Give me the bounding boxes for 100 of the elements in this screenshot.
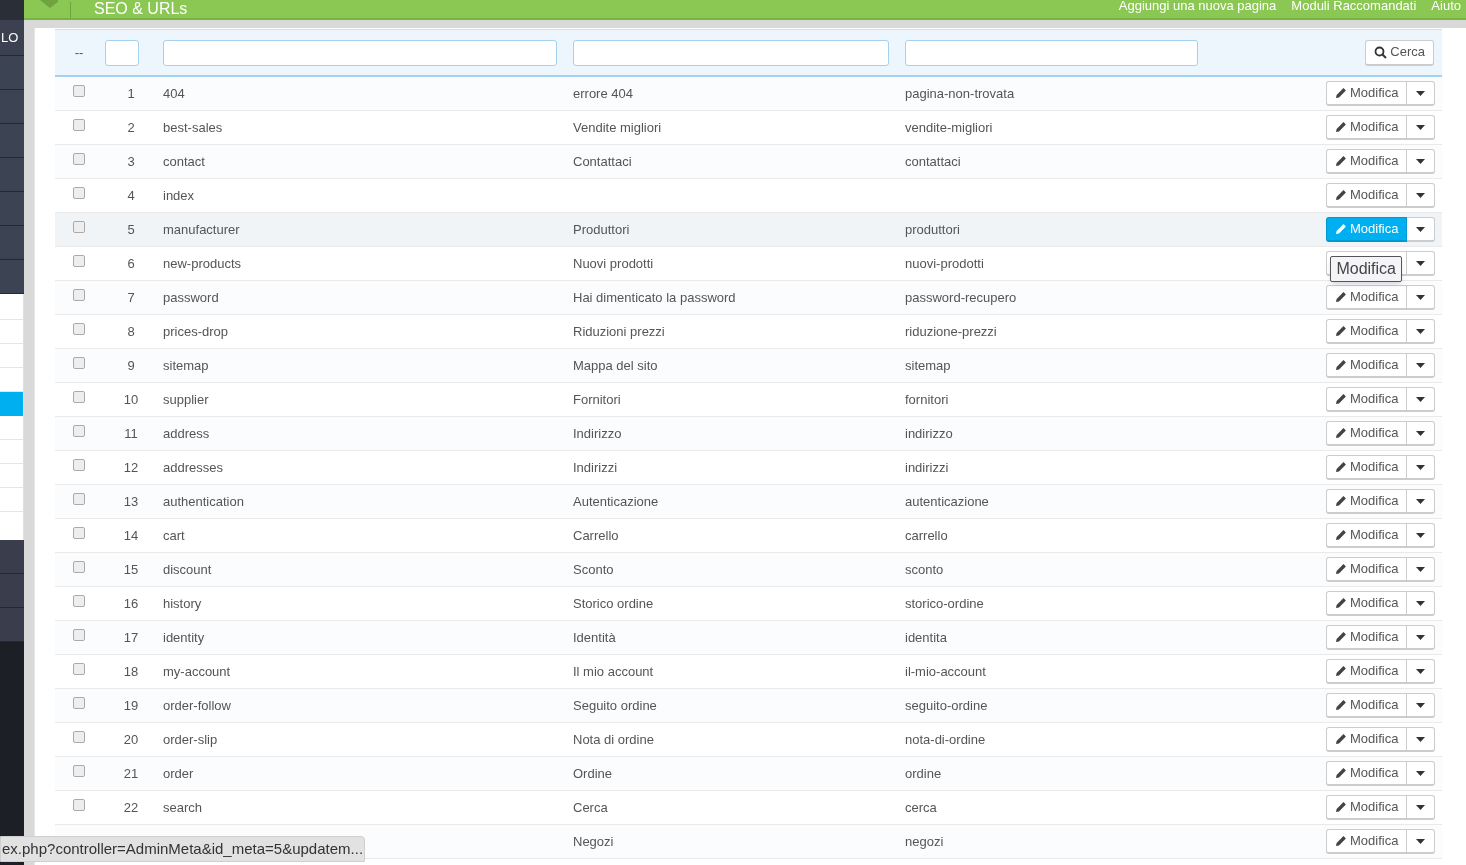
- row-checkbox[interactable]: [73, 288, 85, 301]
- caret-icon: [1416, 668, 1425, 674]
- sidebar-item[interactable]: [0, 540, 24, 574]
- dropdown-button[interactable]: [1407, 523, 1435, 548]
- row-checkbox[interactable]: [73, 322, 85, 335]
- dropdown-button[interactable]: [1407, 319, 1435, 344]
- row-checkbox[interactable]: [73, 492, 85, 505]
- dropdown-button[interactable]: [1407, 727, 1435, 752]
- edit-button[interactable]: Modifica: [1326, 693, 1407, 718]
- edit-button[interactable]: Modifica: [1326, 285, 1407, 310]
- table-cell: new-products: [163, 255, 242, 271]
- dropdown-button[interactable]: [1407, 489, 1435, 514]
- row-checkbox[interactable]: [73, 560, 85, 573]
- row-checkbox[interactable]: [73, 764, 85, 777]
- edit-button[interactable]: Modifica: [1326, 455, 1407, 480]
- row-checkbox[interactable]: [73, 594, 85, 607]
- edit-button[interactable]: Modifica: [1326, 115, 1407, 140]
- filter-field[interactable]: [905, 39, 1198, 66]
- sidebar-item[interactable]: [0, 260, 24, 294]
- table-cell: Hai dimenticato la password: [573, 289, 736, 305]
- caret-icon: [1416, 124, 1425, 130]
- edit-button[interactable]: Modifica: [1326, 727, 1407, 752]
- table-cell: Autenticazione: [573, 493, 659, 509]
- edit-button[interactable]: Modifica: [1326, 489, 1407, 514]
- table-cell: Contattaci: [573, 153, 632, 169]
- table-cell: identita: [905, 629, 947, 645]
- sidebar-item[interactable]: LO: [0, 20, 24, 56]
- edit-button[interactable]: Modifica: [1326, 523, 1407, 548]
- dropdown-button[interactable]: [1407, 761, 1435, 786]
- search-button[interactable]: Cerca: [1365, 39, 1434, 66]
- table-cell: nota-di-ordine: [905, 731, 986, 747]
- row-checkbox[interactable]: [73, 356, 85, 369]
- dropdown-button[interactable]: [1407, 285, 1435, 310]
- table-cell: identity: [163, 629, 205, 645]
- sidebar-item[interactable]: [0, 574, 24, 608]
- dropdown-button[interactable]: [1407, 387, 1435, 412]
- row-checkbox[interactable]: [73, 662, 85, 675]
- edit-button[interactable]: Modifica: [1326, 659, 1407, 684]
- edit-button[interactable]: Modifica: [1326, 81, 1407, 106]
- row-checkbox[interactable]: [73, 526, 85, 539]
- filter-field[interactable]: [105, 39, 139, 66]
- table-cell: password: [163, 289, 219, 305]
- dropdown-button[interactable]: [1407, 693, 1435, 718]
- dropdown-button[interactable]: [1407, 455, 1435, 480]
- dropdown-button[interactable]: [1407, 217, 1435, 242]
- table-cell: 5: [127, 221, 135, 237]
- dropdown-button[interactable]: [1407, 829, 1435, 854]
- row-checkbox[interactable]: [73, 118, 85, 131]
- edit-button[interactable]: Modifica: [1326, 591, 1407, 616]
- filter-field[interactable]: [573, 39, 889, 66]
- sidebar-item[interactable]: [0, 56, 24, 90]
- edit-button[interactable]: Modifica: [1326, 557, 1407, 582]
- edit-button[interactable]: Modifica: [1326, 149, 1407, 174]
- row-checkbox[interactable]: [73, 254, 85, 267]
- edit-button[interactable]: Modifica: [1326, 625, 1407, 650]
- sidebar-item[interactable]: [0, 608, 24, 642]
- dropdown-button[interactable]: [1407, 421, 1435, 446]
- edit-button[interactable]: Modifica: [1326, 795, 1407, 820]
- caret-icon: [1416, 736, 1425, 742]
- sidebar-item[interactable]: [0, 158, 24, 192]
- dropdown-button[interactable]: [1407, 81, 1435, 106]
- dropdown-button[interactable]: [1407, 149, 1435, 174]
- table-cell: nuovi-prodotti: [905, 255, 984, 271]
- sidebar-item[interactable]: [0, 124, 24, 158]
- row-checkbox[interactable]: [73, 798, 85, 811]
- sidebar-item[interactable]: [0, 90, 24, 124]
- dropdown-button[interactable]: [1407, 625, 1435, 650]
- row-checkbox[interactable]: [73, 84, 85, 97]
- dropdown-button[interactable]: [1407, 591, 1435, 616]
- pencil-icon: [1335, 121, 1347, 133]
- pencil-icon: [1335, 325, 1347, 337]
- edit-button[interactable]: Modifica: [1326, 421, 1407, 446]
- row-checkbox[interactable]: [73, 424, 85, 437]
- edit-button[interactable]: Modifica: [1326, 829, 1407, 854]
- row-checkbox[interactable]: [73, 628, 85, 641]
- dropdown-button[interactable]: [1407, 353, 1435, 378]
- filter-field[interactable]: [163, 39, 557, 66]
- bulk-select[interactable]: --: [55, 42, 103, 63]
- table-cell: Mappa del sito: [573, 357, 658, 373]
- row-checkbox[interactable]: [73, 730, 85, 743]
- row-checkbox[interactable]: [73, 220, 85, 233]
- row-checkbox[interactable]: [73, 390, 85, 403]
- edit-button[interactable]: Modifica: [1326, 387, 1407, 412]
- row-checkbox[interactable]: [73, 186, 85, 199]
- row-checkbox[interactable]: [73, 458, 85, 471]
- dropdown-button[interactable]: [1407, 659, 1435, 684]
- row-checkbox[interactable]: [73, 152, 85, 165]
- dropdown-button[interactable]: [1407, 115, 1435, 140]
- dropdown-button[interactable]: [1407, 557, 1435, 582]
- table-cell: sconto: [905, 561, 944, 577]
- dropdown-button[interactable]: [1407, 251, 1435, 276]
- sidebar-item[interactable]: [0, 192, 24, 226]
- sidebar-item[interactable]: [0, 226, 24, 260]
- row-checkbox[interactable]: [73, 696, 85, 709]
- edit-button[interactable]: Modifica: [1326, 183, 1407, 208]
- dropdown-button[interactable]: [1407, 795, 1435, 820]
- dropdown-button[interactable]: [1407, 183, 1435, 208]
- edit-button[interactable]: Modifica: [1326, 761, 1407, 786]
- edit-button[interactable]: Modifica: [1326, 319, 1407, 344]
- edit-button[interactable]: Modifica: [1326, 353, 1407, 378]
